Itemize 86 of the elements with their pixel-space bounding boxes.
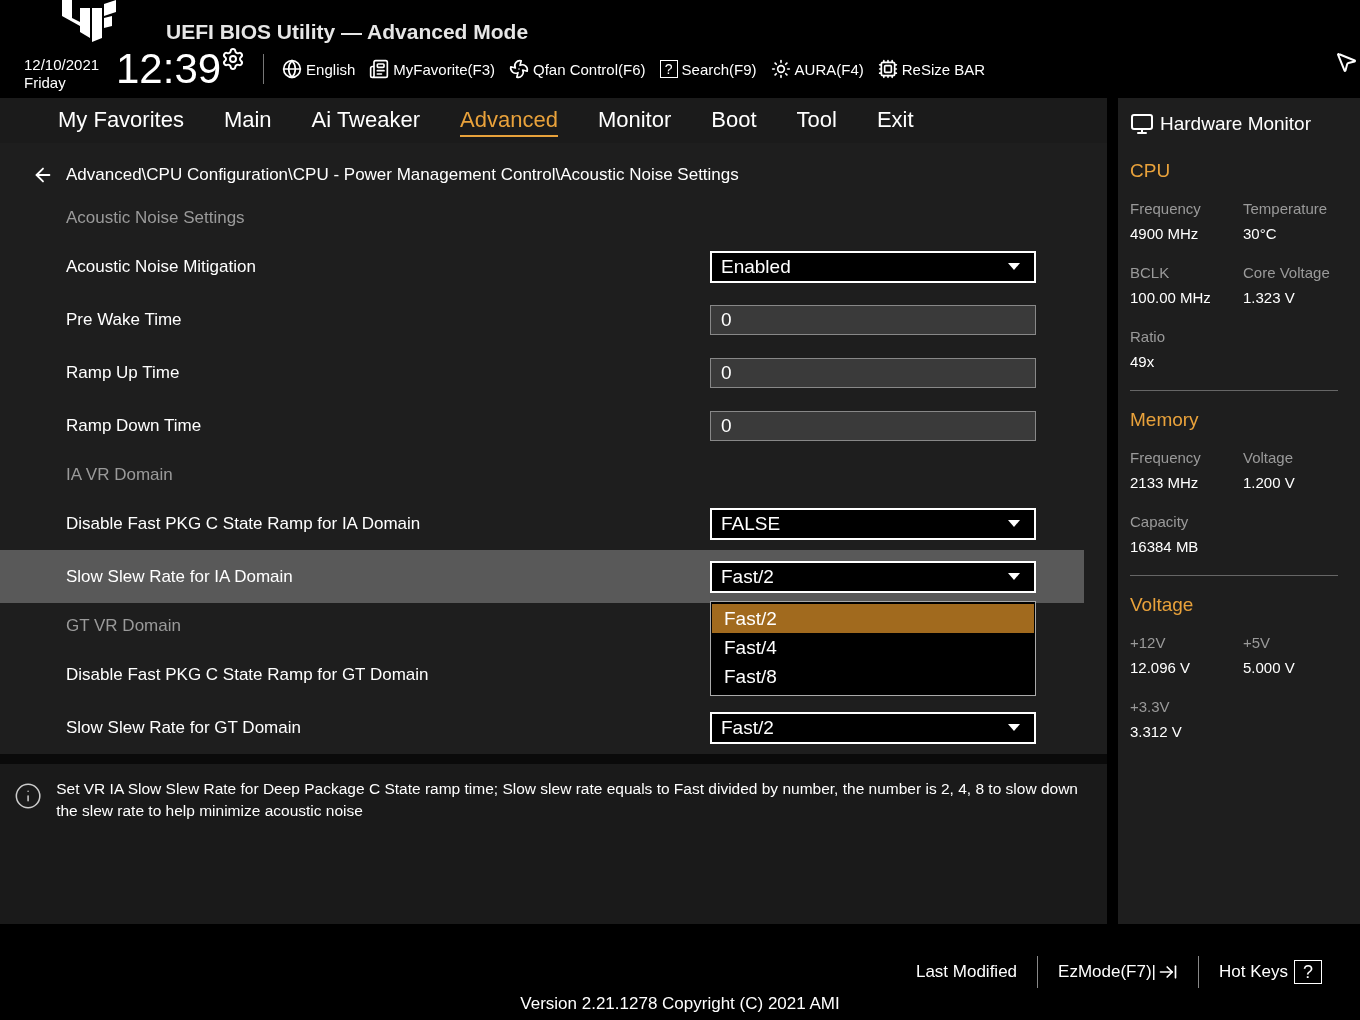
dropdown-option[interactable]: Fast/4: [712, 633, 1034, 662]
day-text: Friday: [24, 74, 67, 92]
breadcrumb-text: Advanced\CPU Configuration\CPU - Power Management Control\Acoustic Noise Settings: [66, 165, 739, 185]
metric-label: Frequency: [1130, 449, 1202, 466]
metric-label: +5V: [1243, 634, 1272, 651]
menu-tab[interactable]: Boot: [711, 104, 757, 137]
list-icon: [369, 59, 390, 79]
metric-label: Core Voltage: [1243, 264, 1331, 281]
metric-label: Capacity: [1130, 513, 1190, 530]
metric-label: +12V: [1130, 634, 1167, 651]
chip-icon: [877, 59, 898, 79]
toolbar-button[interactable]: Qfan Control(F6): [509, 59, 646, 79]
footer-button[interactable]: Hot Keys ?: [1199, 960, 1342, 984]
caret-icon: [1008, 263, 1020, 270]
toolbar-button[interactable]: ? Search(F9): [659, 60, 757, 78]
help-text: Set VR IA Slow Slew Rate for Deep Package C State ramp time; Slow slew rate equals to Fast divided by number, the number is 2, 4, 8 to slow down the slew rate to help minimize acoustic noise: [56, 779, 1079, 821]
input-field[interactable]: 0: [710, 410, 1036, 441]
exit-icon: [1158, 962, 1178, 982]
metric-value: 2133 MHz: [1130, 474, 1200, 491]
dropdown-option[interactable]: Fast/8: [712, 662, 1034, 691]
metric-label: Temperature: [1243, 200, 1329, 217]
setting-label: Pre Wake Time: [66, 309, 182, 330]
clock-text: 12:39: [116, 48, 222, 90]
metric-label: Voltage: [1243, 449, 1295, 466]
metric-value: 16384 MB: [1130, 538, 1200, 555]
menu-tab[interactable]: Main: [223, 104, 272, 137]
setting-label: Disable Fast PKG C State Ramp for IA Domain: [66, 513, 421, 534]
toolbar-button[interactable]: ReSize BAR: [877, 59, 986, 79]
menu-tab[interactable]: Monitor: [597, 104, 672, 137]
window-title: UEFI BIOS Utility — Advanced Mode: [166, 20, 530, 44]
setting-label: Slow Slew Rate for GT Domain: [66, 717, 301, 738]
caret-icon: [1008, 724, 1020, 731]
monitor-icon: [1130, 112, 1154, 136]
toolbar-button[interactable]: AURA(F4): [770, 59, 864, 79]
menu-tab[interactable]: Exit: [876, 104, 914, 137]
section-heading: IA VR Domain: [66, 464, 173, 485]
footer-button[interactable]: EzMode(F7)|: [1038, 962, 1198, 982]
fan-icon: [509, 59, 529, 79]
metric-value: 100.00 MHz: [1130, 289, 1212, 306]
metric-label: +3.3V: [1130, 698, 1171, 715]
metric-value: 49x: [1130, 353, 1156, 370]
metric-value: 30°C: [1243, 225, 1278, 242]
metric-label: Ratio: [1130, 328, 1167, 345]
section-heading: Acoustic Noise Settings: [66, 207, 245, 228]
light-icon: [770, 59, 791, 79]
setting-label: Ramp Up Time: [66, 362, 180, 383]
caret-icon: [1008, 520, 1020, 527]
panel-title: Hardware Monitor: [1160, 113, 1311, 135]
dropdown[interactable]: Fast/2: [710, 560, 1036, 593]
dropdown[interactable]: Fast/2: [710, 711, 1036, 744]
metric-value: 1.323 V: [1243, 289, 1296, 306]
input-field[interactable]: 0: [710, 304, 1036, 335]
version-text: Version 2.21.1278 Copyright (C) 2021 AMI: [520, 994, 840, 1014]
footer-button[interactable]: Last Modified: [895, 962, 1038, 982]
help-icon: ?: [1294, 960, 1322, 984]
group-title: Voltage: [1130, 594, 1195, 616]
menu-tab[interactable]: Advanced: [460, 104, 558, 137]
group-title: CPU: [1130, 160, 1172, 182]
input-field[interactable]: 0: [710, 357, 1036, 388]
toolbar-button[interactable]: English: [282, 59, 356, 79]
date-text: 12/10/2021: [24, 56, 101, 74]
logo-icon: [62, 0, 116, 42]
metric-value: 5.000 V: [1243, 659, 1296, 676]
metric-label: Frequency: [1130, 200, 1202, 217]
metric-value: 1.200 V: [1243, 474, 1296, 491]
settings-icon[interactable]: [221, 47, 246, 71]
metric-label: BCLK: [1130, 264, 1171, 281]
caret-icon: [1008, 573, 1020, 580]
dropdown[interactable]: FALSE: [710, 507, 1036, 540]
group-title: Memory: [1130, 409, 1200, 431]
metric-value: 12.096 V: [1130, 659, 1192, 676]
toolbar-button[interactable]: MyFavorite(F3): [369, 59, 495, 79]
menu-tab[interactable]: My Favorites: [58, 104, 184, 137]
metric-value: 4900 MHz: [1130, 225, 1200, 242]
menu-tab[interactable]: Ai Tweaker: [311, 104, 421, 137]
dropdown-option[interactable]: Fast/2: [712, 604, 1034, 633]
section-heading: GT VR Domain: [66, 615, 181, 636]
setting-label: Slow Slew Rate for IA Domain: [66, 566, 293, 587]
setting-label: Disable Fast PKG C State Ramp for GT Domain: [66, 664, 429, 685]
dropdown[interactable]: Enabled: [710, 250, 1036, 283]
setting-label: Ramp Down Time: [66, 415, 202, 436]
metric-value: 3.312 V: [1130, 723, 1183, 740]
help-icon: ?: [659, 60, 678, 78]
menu-tab[interactable]: Tool: [796, 104, 837, 137]
globe-icon: [282, 59, 303, 79]
setting-label: Acoustic Noise Mitigation: [66, 256, 256, 277]
